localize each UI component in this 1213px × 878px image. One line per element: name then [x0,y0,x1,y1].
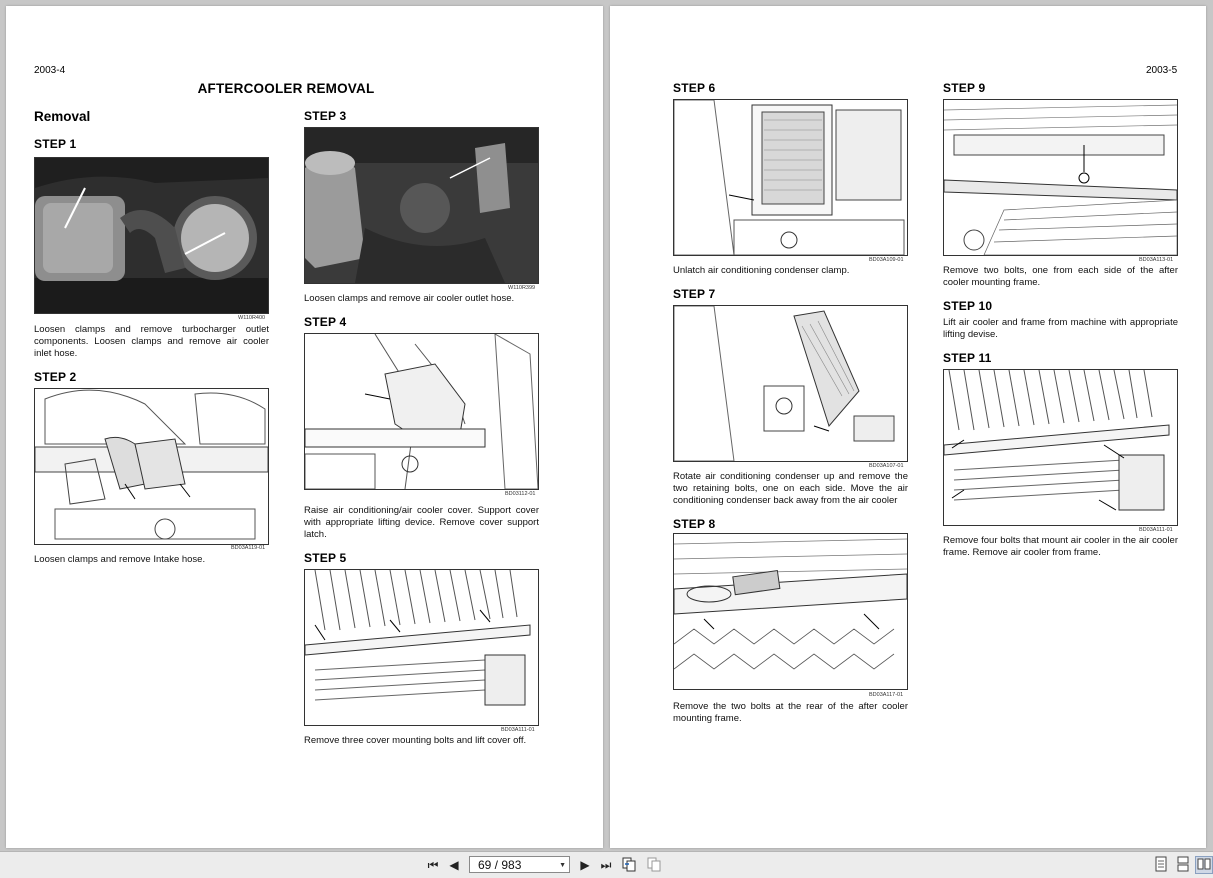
left-page: 2003-4 AFTERCOOLER REMOVAL Removal STEP … [6,6,603,848]
figure-code: BD03A109-01 [869,257,904,263]
figure-code: BD03A107-01 [869,463,904,469]
step-3-heading: STEP 3 [304,109,347,123]
step-4-heading: STEP 4 [304,315,347,329]
step-5-diagram [304,569,539,726]
step-2-caption: Loosen clamps and remove Intake hose. [34,554,206,565]
step-2-diagram [34,388,269,545]
page-number: 2003-4 [34,65,66,76]
page-indicator: 69 / 983 [478,858,522,872]
step-11-heading: STEP 11 [943,351,992,365]
right-page: 2003-5 STEP 6 BD03A109-01 Unlatch air co… [610,6,1206,848]
continuous-page-icon[interactable] [1174,856,1192,874]
step-6-heading: STEP 6 [673,81,716,95]
go-back-view-icon[interactable] [620,856,638,874]
step-11-caption: Remove four bolts that mount air cooler … [943,535,1178,558]
section-heading: Removal [34,109,91,124]
figure-code: BD03A117-01 [869,692,904,698]
step-3-caption: Loosen clamps and remove air cooler outl… [304,293,515,304]
step-9-caption: Remove two bolts, one from each side of … [943,265,1178,288]
step-11-diagram [943,369,1178,526]
step-3-photo [304,127,539,284]
go-forward-view-icon[interactable] [645,856,663,874]
viewer-toolbar: ⏮ ◀ 69 / 983 ▼ ▶ ⏭ [0,851,1213,878]
step-8-diagram [673,533,908,690]
page-number: 2003-5 [1146,65,1178,76]
step-6-caption: Unlatch air conditioning condenser clamp… [673,265,850,276]
first-page-icon[interactable]: ⏮ [424,856,442,874]
figure-code: BD03A113-01 [1139,257,1174,263]
step-1-caption: Loosen clamps and remove turbocharger ou… [34,324,269,359]
step-5-heading: STEP 5 [304,551,347,565]
figure-code: W110R400 [238,315,266,321]
step-7-heading: STEP 7 [673,287,716,301]
figure-code: BD03A111-01 [1139,527,1173,533]
step-7-diagram [673,305,908,462]
step-10-caption: Lift air cooler and frame from machine w… [943,317,1178,340]
next-page-icon[interactable]: ▶ [576,856,594,874]
step-4-caption: Raise air conditioning/air cooler cover.… [304,505,539,540]
page-number-input[interactable]: 69 / 983 ▼ [469,856,570,873]
figure-code: BD03A119-01 [231,545,266,551]
chevron-down-icon[interactable]: ▼ [559,857,566,874]
previous-page-icon[interactable]: ◀ [445,856,463,874]
step-8-heading: STEP 8 [673,517,716,531]
step-10-heading: STEP 10 [943,299,993,313]
step-1-photo [34,157,269,314]
step-9-heading: STEP 9 [943,81,986,95]
step-7-caption: Rotate air conditioning condenser up and… [673,471,908,506]
step-6-diagram [673,99,908,256]
step-1-heading: STEP 1 [34,137,77,151]
facing-pages-icon[interactable] [1195,856,1213,874]
step-4-diagram [304,333,539,490]
step-2-heading: STEP 2 [34,370,77,384]
step-9-diagram [943,99,1178,256]
figure-code: BD03A111-01 [501,727,535,733]
figure-code: W110R399 [508,285,536,291]
single-page-icon[interactable] [1152,856,1170,874]
step-5-caption: Remove three cover mounting bolts and li… [304,735,527,746]
figure-code: BD03112-01 [505,491,536,497]
step-8-caption: Remove the two bolts at the rear of the … [673,701,908,724]
last-page-icon[interactable]: ⏭ [597,856,615,874]
page-title: AFTERCOOLER REMOVAL [197,81,375,96]
